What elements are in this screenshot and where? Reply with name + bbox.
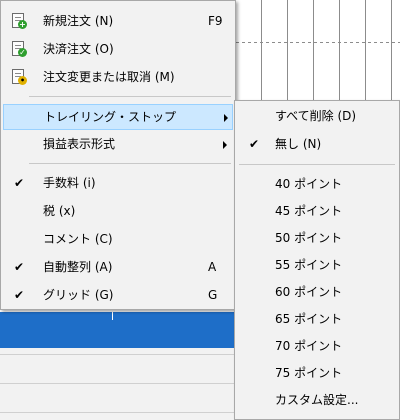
menu-item-shortcut: A (208, 260, 217, 274)
menu-item-label: 70 ポイント (275, 339, 343, 353)
menu-item-shortcut: F9 (208, 14, 223, 28)
submenu-item-40-points[interactable]: 40 ポイント (237, 172, 397, 198)
menu-item-label: 45 ポイント (275, 204, 343, 218)
menu-item-commission[interactable]: ✔ 手数料 (i) (3, 171, 233, 197)
menu-item-close-order[interactable]: ✓ 決済注文 (O) (3, 37, 233, 63)
menu-item-label: 決済注文 (O) (43, 42, 114, 56)
modify-order-icon: • (12, 69, 27, 85)
chart-grid-line (236, 42, 400, 43)
menu-item-label: 60 ポイント (275, 285, 343, 299)
menu-item-label: 自動整列 (A) (43, 260, 113, 274)
submenu-item-70-points[interactable]: 70 ポイント (237, 334, 397, 360)
menu-item-label: コメント (C) (43, 232, 113, 246)
menu-item-new-order[interactable]: + 新規注文 (N) F9 (3, 9, 233, 35)
submenu-arrow-icon (224, 114, 228, 122)
menu-item-profit-display[interactable]: 損益表示形式 (3, 132, 233, 158)
menu-item-label: 損益表示形式 (43, 137, 116, 151)
close-order-icon: ✓ (12, 41, 27, 57)
menu-item-label: トレイリング・ストップ (44, 110, 177, 124)
menu-item-tax[interactable]: 税 (x) (3, 199, 233, 225)
context-menu: + 新規注文 (N) F9 ✓ 決済注文 (O) • 注文変更または取消 (M)… (0, 0, 236, 310)
menu-item-label: 無し (N) (275, 137, 322, 151)
menu-item-label: 75 ポイント (275, 366, 343, 380)
submenu-arrow-icon (223, 141, 227, 149)
menu-separator (29, 163, 231, 164)
menu-item-comment[interactable]: コメント (C) (3, 227, 233, 253)
menu-item-label: 手数料 (i) (43, 176, 96, 190)
trailing-stop-submenu: すべて削除 (D) ✔ 無し (N) 40 ポイント 45 ポイント 50 ポイ… (234, 100, 400, 420)
menu-item-label: グリッド (G) (43, 288, 114, 302)
submenu-item-none[interactable]: ✔ 無し (N) (237, 132, 397, 158)
submenu-item-55-points[interactable]: 55 ポイント (237, 253, 397, 279)
menu-item-label: 50 ポイント (275, 231, 343, 245)
submenu-item-75-points[interactable]: 75 ポイント (237, 361, 397, 387)
menu-item-label: 注文変更または取消 (M) (43, 70, 175, 84)
menu-item-auto-arrange[interactable]: ✔ 自動整列 (A) A (3, 255, 233, 281)
check-icon: ✔ (14, 260, 25, 274)
menu-separator (239, 164, 395, 165)
submenu-item-65-points[interactable]: 65 ポイント (237, 307, 397, 333)
menu-item-label: 55 ポイント (275, 258, 343, 272)
new-order-icon: + (12, 13, 27, 29)
menu-item-label: 40 ポイント (275, 177, 343, 191)
menu-item-label: すべて削除 (D) (275, 109, 357, 123)
bar-tick (112, 312, 113, 320)
submenu-item-custom[interactable]: カスタム設定... (237, 388, 397, 414)
menu-item-shortcut: G (208, 288, 218, 302)
check-icon: ✔ (249, 137, 260, 151)
submenu-item-delete-all[interactable]: すべて削除 (D) (237, 104, 397, 130)
check-icon: ✔ (14, 288, 25, 302)
submenu-item-60-points[interactable]: 60 ポイント (237, 280, 397, 306)
submenu-item-45-points[interactable]: 45 ポイント (237, 199, 397, 225)
submenu-item-50-points[interactable]: 50 ポイント (237, 226, 397, 252)
menu-item-trailing-stop[interactable]: トレイリング・ストップ (3, 104, 233, 130)
check-icon: ✔ (14, 176, 25, 190)
menu-item-modify-order[interactable]: • 注文変更または取消 (M) (3, 65, 233, 91)
menu-item-label: 新規注文 (N) (43, 14, 114, 28)
menu-separator (29, 96, 231, 97)
menu-item-label: 65 ポイント (275, 312, 343, 326)
menu-item-label: カスタム設定... (275, 393, 359, 407)
menu-item-grid[interactable]: ✔ グリッド (G) G (3, 283, 233, 309)
menu-item-label: 税 (x) (43, 204, 76, 218)
